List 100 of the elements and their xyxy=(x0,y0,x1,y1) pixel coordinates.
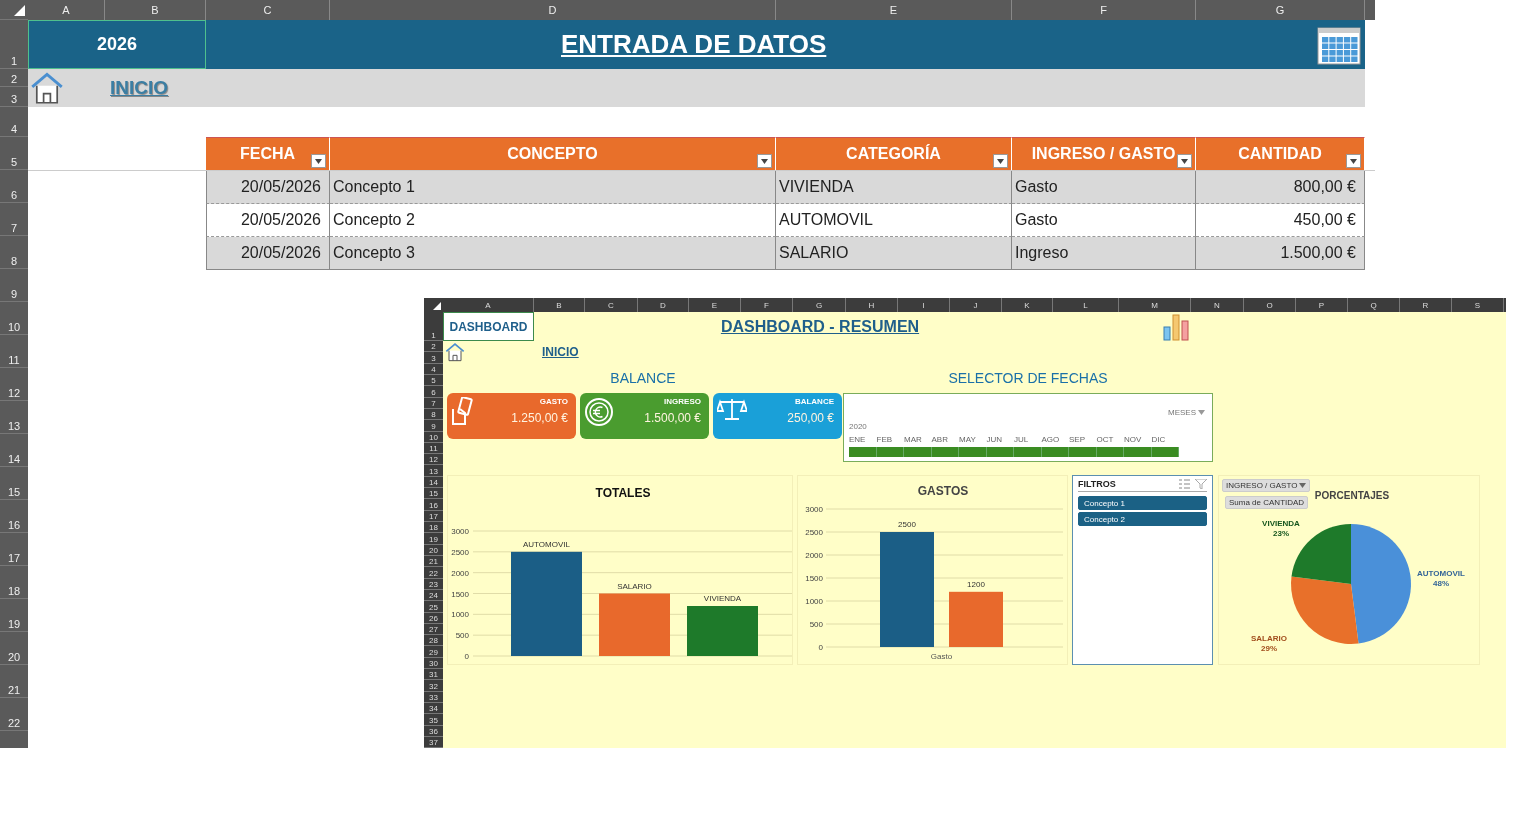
month-segment[interactable] xyxy=(1069,447,1097,457)
row-header[interactable]: 18 xyxy=(424,522,443,534)
row-header[interactable]: 3 xyxy=(424,352,443,364)
month-segment[interactable] xyxy=(986,447,1014,457)
row-header[interactable]: 35 xyxy=(424,714,443,726)
row-header[interactable]: 37 xyxy=(424,736,443,749)
row-header[interactable]: 31 xyxy=(424,669,443,681)
column-header[interactable]: I xyxy=(898,298,950,312)
level-dropdown[interactable]: MESES xyxy=(1168,408,1205,417)
row-header[interactable]: 22 xyxy=(0,698,28,731)
month-segment[interactable] xyxy=(959,447,987,457)
row-header[interactable]: 17 xyxy=(424,510,443,522)
column-header[interactable]: Q xyxy=(1348,298,1400,312)
filter-button[interactable] xyxy=(757,154,772,168)
month-segment[interactable] xyxy=(1096,447,1124,457)
row-header[interactable]: 15 xyxy=(424,488,443,500)
field-button[interactable]: INGRESO / GASTO xyxy=(1222,479,1311,492)
calendar-icon[interactable] xyxy=(1317,24,1361,65)
row-header[interactable]: 5 xyxy=(0,137,28,170)
row-header[interactable]: 9 xyxy=(424,420,443,432)
month-segment[interactable] xyxy=(1151,447,1179,457)
row-header[interactable]: 6 xyxy=(424,386,443,398)
column-header[interactable]: R xyxy=(1400,298,1452,312)
column-header[interactable]: M xyxy=(1119,298,1191,312)
row-header[interactable]: 12 xyxy=(0,368,28,401)
filter-button[interactable] xyxy=(1346,154,1361,168)
row-header[interactable]: 4 xyxy=(0,107,28,137)
home-icon[interactable] xyxy=(30,71,64,105)
month-segment[interactable] xyxy=(1014,447,1042,457)
row-header[interactable]: 36 xyxy=(424,725,443,737)
filter-button[interactable] xyxy=(311,154,326,168)
row-header[interactable]: 8 xyxy=(424,408,443,421)
column-header[interactable]: B xyxy=(105,0,206,20)
row-header[interactable]: 12 xyxy=(424,454,443,466)
row-header[interactable]: 34 xyxy=(424,703,443,715)
column-header[interactable]: H xyxy=(846,298,898,312)
row-header[interactable]: 11 xyxy=(0,335,28,368)
column-header[interactable]: P xyxy=(1296,298,1348,312)
row-header[interactable]: 21 xyxy=(424,555,443,568)
row-header[interactable]: 4 xyxy=(424,363,443,375)
row-header[interactable]: 26 xyxy=(424,612,443,624)
column-header[interactable]: L xyxy=(1053,298,1119,312)
row-header[interactable]: 28 xyxy=(424,635,443,647)
month-segment[interactable] xyxy=(1124,447,1152,457)
row-header[interactable]: 32 xyxy=(424,680,443,692)
month-segment[interactable] xyxy=(849,447,877,457)
row-header[interactable]: 29 xyxy=(424,646,443,658)
column-header[interactable]: A xyxy=(28,0,105,20)
row-header[interactable]: 7 xyxy=(0,203,28,236)
row-header[interactable]: 6 xyxy=(0,170,28,203)
row-header[interactable]: 8 xyxy=(0,236,28,269)
multi-select-icon[interactable] xyxy=(1179,479,1190,489)
row-header[interactable]: 11 xyxy=(424,442,443,455)
row-header[interactable]: 20 xyxy=(0,632,28,665)
row-header[interactable]: 24 xyxy=(424,589,443,602)
row-header[interactable]: 10 xyxy=(424,431,443,443)
slicer-item[interactable]: Concepto 2 xyxy=(1078,512,1207,526)
month-segment[interactable] xyxy=(876,447,904,457)
row-header[interactable]: 16 xyxy=(0,500,28,533)
row-header[interactable]: 9 xyxy=(0,269,28,302)
filter-button[interactable] xyxy=(1177,154,1192,168)
column-header[interactable]: K xyxy=(1002,298,1053,312)
row-header[interactable]: 13 xyxy=(424,465,443,477)
row-header[interactable]: 27 xyxy=(424,623,443,636)
column-header[interactable]: N xyxy=(1191,298,1244,312)
month-segment[interactable] xyxy=(904,447,932,457)
filter-button[interactable] xyxy=(993,154,1008,168)
row-header[interactable]: 10 xyxy=(0,302,28,335)
select-all-icon[interactable] xyxy=(433,302,441,310)
row-header[interactable]: 18 xyxy=(0,566,28,599)
row-header[interactable]: 20 xyxy=(424,544,443,556)
row-header[interactable]: 15 xyxy=(0,467,28,500)
column-header[interactable]: S xyxy=(1452,298,1504,312)
row-header[interactable]: 7 xyxy=(424,397,443,409)
row-header[interactable]: 16 xyxy=(424,499,443,511)
row-header[interactable]: 5 xyxy=(424,374,443,387)
row-header[interactable]: 33 xyxy=(424,691,443,703)
row-header[interactable]: 25 xyxy=(424,601,443,613)
column-header[interactable]: G xyxy=(793,298,846,312)
slicer-item[interactable]: Concepto 1 xyxy=(1078,496,1207,510)
column-header[interactable]: F xyxy=(741,298,793,312)
home-icon[interactable] xyxy=(445,342,465,362)
row-header[interactable]: 14 xyxy=(424,476,443,489)
column-header[interactable]: O xyxy=(1244,298,1296,312)
row-header[interactable]: 22 xyxy=(424,567,443,579)
row-header[interactable]: 17 xyxy=(0,533,28,566)
clear-filter-icon[interactable] xyxy=(1195,479,1207,489)
row-header[interactable]: 14 xyxy=(0,434,28,467)
select-all-icon[interactable] xyxy=(14,5,25,16)
home-link[interactable]: INICIO xyxy=(542,345,579,359)
row-header[interactable]: 1 xyxy=(0,20,28,69)
row-header[interactable]: 19 xyxy=(424,533,443,545)
column-header[interactable]: B xyxy=(534,298,585,312)
field-button[interactable]: Suma de CANTIDAD xyxy=(1225,496,1309,509)
row-header[interactable]: 19 xyxy=(0,599,28,632)
bar-chart-icon[interactable] xyxy=(1163,313,1190,341)
row-header[interactable]: 2 xyxy=(424,341,443,353)
row-header[interactable]: 13 xyxy=(0,401,28,434)
column-header[interactable]: D xyxy=(638,298,689,312)
month-segment[interactable] xyxy=(1041,447,1069,457)
